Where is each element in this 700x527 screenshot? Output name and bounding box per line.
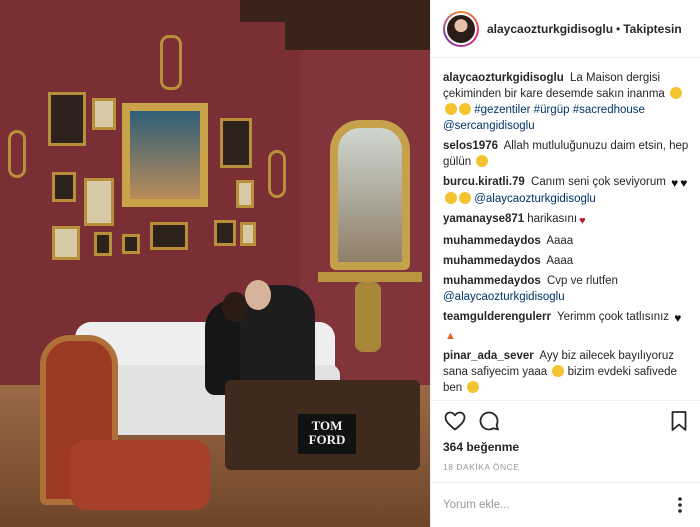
- comment-username[interactable]: pinar_ada_sever: [443, 350, 534, 362]
- bookmark-icon[interactable]: [667, 409, 691, 433]
- icon-frame: [52, 226, 80, 260]
- icon-frame: [236, 180, 254, 208]
- red-heart-emoji: ♥: [579, 215, 586, 227]
- header-separator: •: [616, 21, 621, 36]
- smile-emoji: [445, 192, 457, 204]
- comment-item: muhammedaydos Cvp ve rlutfen @alaycaoztu…: [443, 273, 689, 305]
- grin-emoji: [670, 87, 683, 99]
- comments-list[interactable]: alaycaozturkgidisoglu La Maison dergisi …: [431, 58, 700, 396]
- man-head: [245, 280, 271, 310]
- comment-username[interactable]: muhammedaydos: [443, 275, 541, 287]
- icon-frame: [92, 98, 116, 130]
- grin-emoji: [467, 381, 480, 393]
- comment-username[interactable]: muhammedaydos: [443, 255, 541, 267]
- black-heart-emoji: ♥: [674, 311, 682, 325]
- hashtag-link[interactable]: #sacredhouse: [573, 104, 645, 116]
- console-leg: [355, 282, 381, 352]
- post-photo[interactable]: TOM FORD: [0, 0, 430, 527]
- caption: alaycaozturkgidisoglu La Maison dergisi …: [443, 70, 689, 134]
- armchair-seat: [70, 440, 210, 510]
- comment-text: Aaaa: [546, 255, 574, 267]
- post-side-panel: alaycaozturkgidisoglu • Takiptesin alaycao…: [430, 0, 700, 527]
- hashtag-link[interactable]: #gezentiler: [474, 104, 530, 116]
- post-timestamp[interactable]: 18 DAKİKA ÖNCE: [443, 462, 519, 472]
- icon-frame: [214, 220, 236, 246]
- comment-text: Yerimm çook tatlısınız: [557, 311, 670, 323]
- comment-username[interactable]: alaycaozturkgidisoglu: [443, 72, 564, 84]
- icon-frame: [240, 222, 256, 246]
- grin-emoji: [459, 103, 471, 115]
- avatar[interactable]: [443, 10, 479, 47]
- mention-link[interactable]: @alaycaozturkgidisoglu: [443, 291, 565, 303]
- ceiling-beam: [240, 0, 430, 22]
- comment-username[interactable]: teamgulderengulerr: [443, 311, 551, 323]
- comment-item: yamanayse871 harikasını ♥: [443, 211, 689, 229]
- comment-item: burcu.kiratli.79 Canım seni çok seviyoru…: [443, 174, 689, 207]
- header-text: alaycaozturkgidisoglu • Takiptesin: [487, 22, 682, 36]
- comment-item: muhammedaydos Aaaa: [443, 233, 689, 249]
- icon-frame: [84, 178, 114, 226]
- comment-username[interactable]: muhammedaydos: [443, 235, 541, 247]
- hashtag-link[interactable]: #ürgüp: [534, 104, 570, 116]
- console-table: [318, 272, 422, 282]
- comment-item: muhammedaydos Aaaa: [443, 253, 689, 269]
- main-icon-painting: [122, 103, 208, 207]
- comment-item: teamgulderengulerr Yerimm çook tatlısını…: [443, 309, 689, 344]
- header-username[interactable]: alaycaozturkgidisoglu: [487, 22, 613, 36]
- add-comment-bar: [431, 482, 700, 527]
- comment-item: selos1976 Allah mutluluğunuzu daim etsin…: [443, 138, 689, 170]
- comment-text: Aaaa: [546, 235, 574, 247]
- likes-count[interactable]: 364 beğenme: [443, 440, 519, 454]
- black-heart-emoji: ♥: [671, 176, 679, 190]
- gilded-mirror: [330, 120, 410, 270]
- fire-emoji: ▲: [445, 330, 456, 342]
- follow-status-button[interactable]: Takiptesin: [623, 22, 681, 36]
- wink-emoji: [476, 155, 489, 167]
- grin-emoji: [445, 103, 457, 115]
- wall-lamp: [160, 35, 182, 90]
- avatar-image: [445, 12, 477, 45]
- icon-frame: [94, 232, 112, 256]
- comment-text: Canım seni çok seviyorum: [531, 176, 666, 188]
- comment-input[interactable]: [443, 495, 673, 515]
- comment-username[interactable]: selos1976: [443, 140, 498, 152]
- more-options-icon[interactable]: [669, 493, 691, 517]
- post-header: alaycaozturkgidisoglu • Takiptesin: [431, 0, 700, 58]
- icon-frame: [48, 92, 86, 146]
- comment-text: harikasını: [527, 213, 578, 225]
- wall-sconce: [268, 150, 286, 198]
- comment-text: Cvp ve rlutfen: [546, 275, 618, 287]
- icon-frame: [122, 234, 140, 254]
- icon-frame: [220, 118, 252, 168]
- icon-frame: [150, 222, 188, 250]
- black-heart-emoji: ♥: [680, 176, 688, 190]
- wall-sconce: [8, 130, 26, 178]
- comment-item: pinar_ada_sever Ayy biz ailecek bayılıyo…: [443, 348, 689, 396]
- ceiling-beam: [285, 20, 430, 50]
- mention-link[interactable]: @sercangidisoglu: [443, 120, 535, 132]
- grin-emoji: [459, 192, 471, 204]
- coffee-table-book: TOM FORD: [298, 414, 356, 454]
- mention-link[interactable]: @alaycaozturkgidisoglu: [474, 193, 596, 205]
- icon-frame: [52, 172, 76, 202]
- heart-outline-icon[interactable]: [443, 409, 467, 433]
- comment-bubble-icon[interactable]: [477, 409, 501, 433]
- grin-emoji: [552, 365, 565, 377]
- post-actions: [431, 400, 700, 440]
- comment-username[interactable]: burcu.kiratli.79: [443, 176, 525, 188]
- comment-username[interactable]: yamanayse871: [443, 213, 524, 225]
